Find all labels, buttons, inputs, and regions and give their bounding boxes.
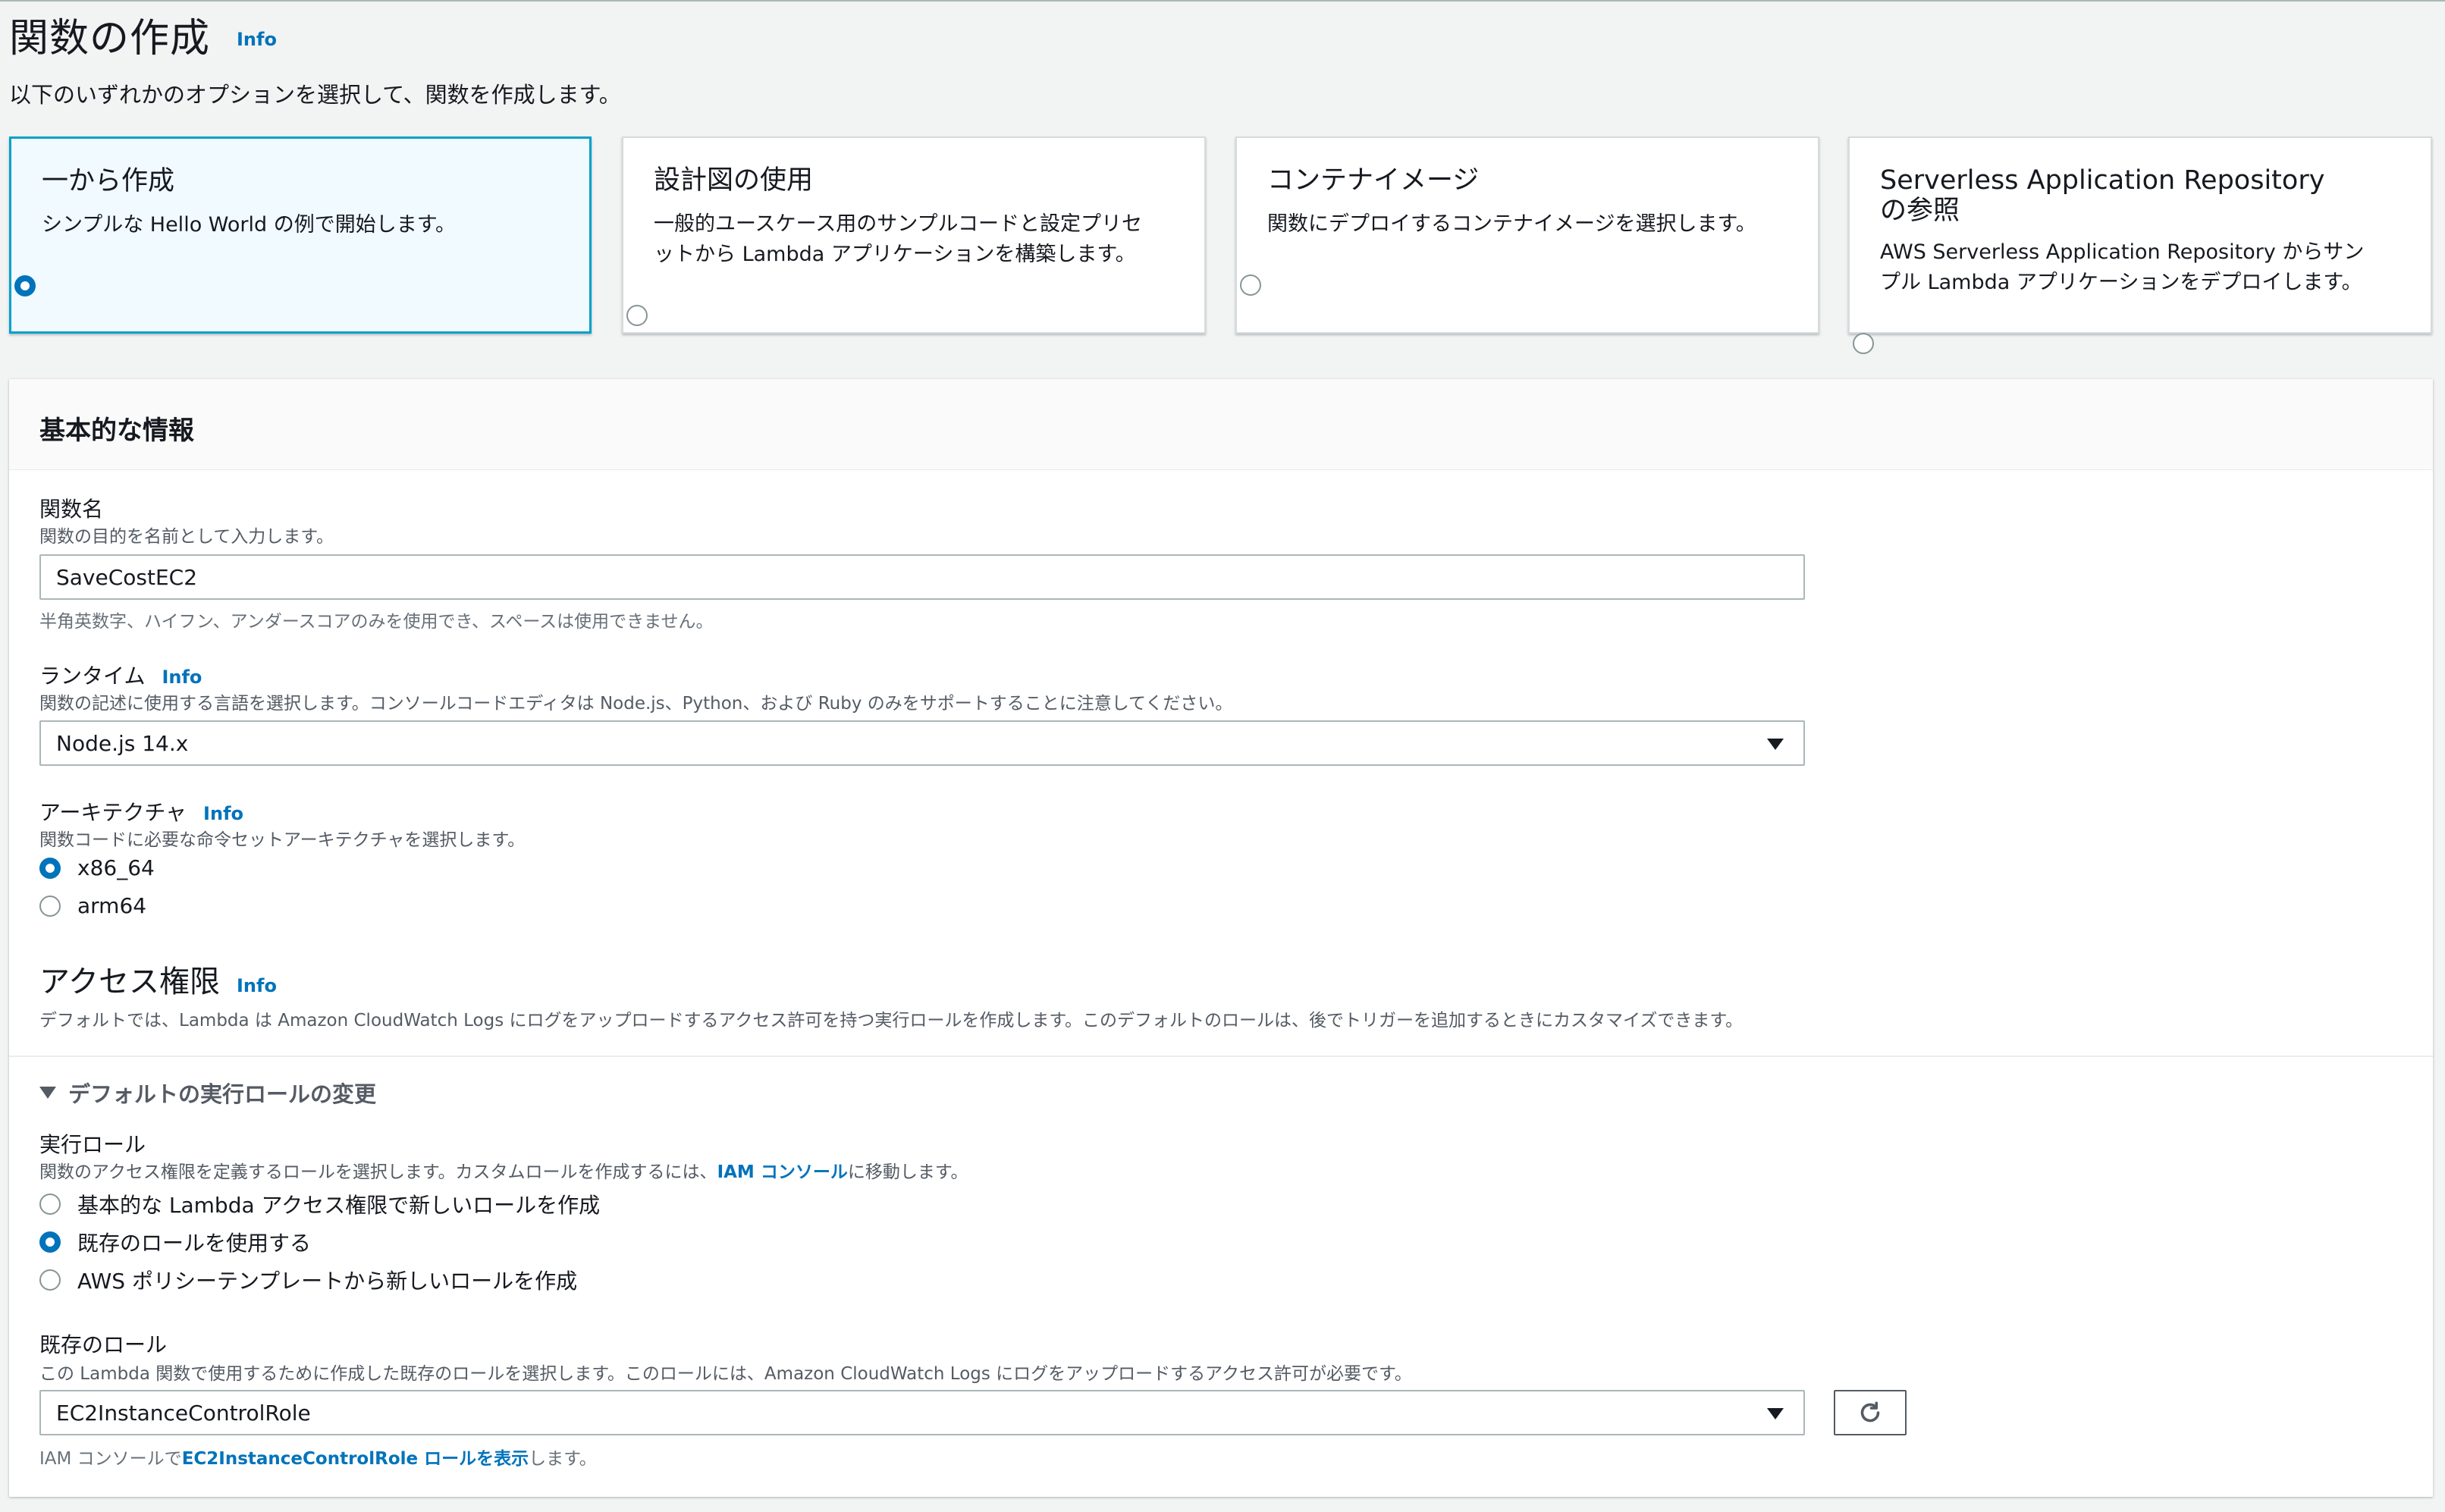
radio-label: AWS ポリシーテンプレートから新しいロールを作成 <box>77 1269 578 1294</box>
function-name-hint: 半角英数字、ハイフン、アンダースコアのみを使用でき、スペースは使用できません。 <box>39 612 714 632</box>
role-option-create-basic[interactable]: 基本的な Lambda アクセス権限で新しいロールを作成 <box>39 1189 600 1219</box>
function-name-label: 関数名 <box>39 497 104 522</box>
radio-button[interactable] <box>39 1231 61 1253</box>
architecture-label: アーキテクチャ <box>39 800 187 825</box>
hint-text: IAM コンソールで <box>39 1449 182 1469</box>
option-title: 設計図の使用 <box>654 165 814 196</box>
panel-header: 基本的な情報 <box>9 379 2433 470</box>
chevron-down-icon <box>1767 739 1784 750</box>
radio-button[interactable] <box>39 895 61 917</box>
page-description: 以下のいずれかのオプションを選択して、関数を作成します。 <box>9 82 621 108</box>
radio-button[interactable] <box>39 857 61 879</box>
description-text: 関数のアクセス権限を定義するロールを選択します。カスタムロールを作成するには、 <box>39 1162 717 1182</box>
radio-label: arm64 <box>77 893 147 918</box>
permissions-heading-row: アクセス権限 Info <box>39 957 277 1001</box>
title-info-link[interactable]: Info <box>237 29 277 50</box>
option-radio[interactable] <box>1853 332 1874 354</box>
runtime-info-link[interactable]: Info <box>162 667 202 688</box>
option-radio[interactable] <box>14 275 36 297</box>
panel-title: 基本的な情報 <box>39 416 194 446</box>
permissions-description: デフォルトでは、Lambda は Amazon CloudWatch Logs … <box>39 1011 1744 1030</box>
option-tile-blueprint[interactable]: 設計図の使用 一般的ユースケース用のサンプルコードと設定プリセットから Lamb… <box>622 136 1206 334</box>
option-description: シンプルな Hello World の例で開始します。 <box>42 213 457 237</box>
execution-role-description: 関数のアクセス権限を定義するロールを選択します。カスタムロールを作成するには、I… <box>39 1157 968 1183</box>
role-option-use-existing[interactable]: 既存のロールを使用する <box>39 1227 311 1257</box>
runtime-label: ランタイム <box>39 663 146 689</box>
option-title: Serverless Application Repository の参照 <box>1880 165 2325 227</box>
option-tile-serverless-repo[interactable]: Serverless Application Repository の参照 AW… <box>1848 136 2432 354</box>
runtime-value: Node.js 14.x <box>56 730 189 756</box>
iam-console-link[interactable]: IAM コンソール <box>717 1162 848 1182</box>
permissions-info-link[interactable]: Info <box>237 975 277 996</box>
option-description: 関数にデプロイするコンテナイメージを選択します。 <box>1267 212 1756 237</box>
option-radio[interactable] <box>1240 274 1261 296</box>
architecture-info-link[interactable]: Info <box>203 803 243 824</box>
radio-button[interactable] <box>39 1269 61 1291</box>
caret-down-icon <box>39 1087 56 1099</box>
runtime-select[interactable]: Node.js 14.x <box>39 720 1805 766</box>
option-tile-author-from-scratch[interactable]: 一から作成 シンプルな Hello World の例で開始します。 <box>9 136 592 334</box>
architecture-label-row: アーキテクチャ Info <box>39 796 243 827</box>
radio-label: 基本的な Lambda アクセス権限で新しいロールを作成 <box>77 1193 601 1218</box>
page-title: 関数の作成 <box>9 16 211 61</box>
runtime-description: 関数の記述に使用する言語を選択します。コンソールコードエディタは Node.js… <box>39 694 1233 714</box>
existing-role-value: EC2InstanceControlRole <box>56 1400 311 1426</box>
execution-role-label: 実行ロール <box>39 1132 146 1157</box>
refresh-icon <box>1860 1401 1880 1423</box>
existing-role-select[interactable]: EC2InstanceControlRole <box>39 1390 1805 1435</box>
option-title: 一から作成 <box>42 166 175 196</box>
change-role-expander[interactable]: デフォルトの実行ロールの変更 <box>39 1077 376 1109</box>
existing-role-label: 既存のロール <box>39 1332 168 1357</box>
existing-role-hint: IAM コンソールでEC2InstanceControlRole ロールを表示し… <box>39 1444 597 1470</box>
option-description: 一般的ユースケース用のサンプルコードと設定プリセットから Lambda アプリケ… <box>654 212 1142 267</box>
radio-label: 既存のロールを使用する <box>77 1231 312 1256</box>
runtime-label-row: ランタイム Info <box>39 660 202 690</box>
top-border <box>0 0 2445 2</box>
function-name-description: 関数の目的を名前として入力します。 <box>39 527 334 547</box>
option-description: AWS Serverless Application Repository から… <box>1880 240 2365 294</box>
role-option-policy-template[interactable]: AWS ポリシーテンプレートから新しいロールを作成 <box>39 1265 577 1295</box>
option-title: コンテナイメージ <box>1267 165 1480 196</box>
description-text: に移動します。 <box>847 1162 968 1182</box>
refresh-button[interactable] <box>1834 1390 1907 1435</box>
existing-role-description: この Lambda 関数で使用するために作成した既存のロールを選択します。このロ… <box>39 1364 1412 1384</box>
hint-text: します。 <box>529 1449 597 1469</box>
function-name-input[interactable]: SaveCostEC2 <box>39 554 1805 600</box>
function-name-value: SaveCostEC2 <box>56 564 198 590</box>
divider <box>9 1056 2433 1057</box>
architecture-option-arm64[interactable]: arm64 <box>39 893 146 918</box>
radio-label: x86_64 <box>77 855 155 880</box>
radio-button[interactable] <box>39 1194 61 1215</box>
option-radio[interactable] <box>626 305 648 327</box>
chevron-down-icon <box>1767 1408 1784 1419</box>
basic-info-panel: 基本的な情報 関数名 関数の目的を名前として入力します。 SaveCostEC2… <box>9 379 2433 1497</box>
architecture-option-x86[interactable]: x86_64 <box>39 855 155 880</box>
option-tile-container-image[interactable]: コンテナイメージ 関数にデプロイするコンテナイメージを選択します。 <box>1235 136 1819 334</box>
permissions-heading: アクセス権限 <box>39 965 220 999</box>
expander-label: デフォルトの実行ロールの変更 <box>68 1081 377 1107</box>
view-role-link[interactable]: EC2InstanceControlRole ロールを表示 <box>182 1449 529 1469</box>
architecture-description: 関数コードに必要な命令セットアーキテクチャを選択します。 <box>39 830 526 850</box>
